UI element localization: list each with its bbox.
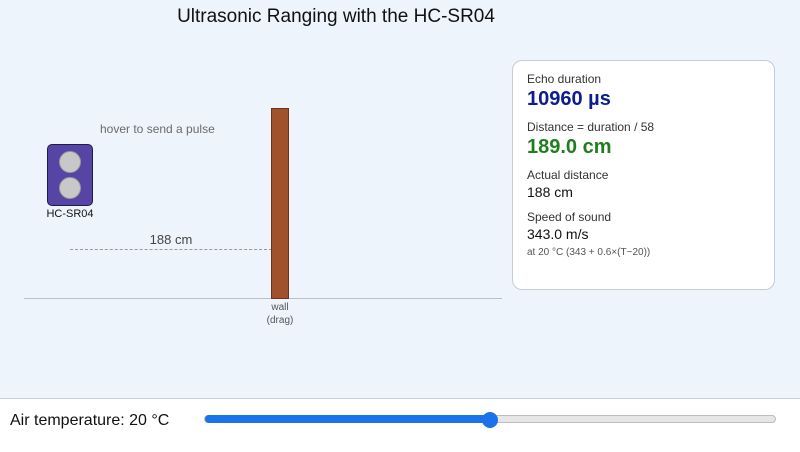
wall-label-line1: wall — [271, 302, 289, 313]
echo-duration-value: 10960 µs — [527, 88, 611, 110]
hover-hint: hover to send a pulse — [100, 122, 215, 136]
wall-draggable[interactable] — [271, 108, 289, 299]
distance-label: 188 cm — [149, 232, 193, 247]
readout-panel: Echo duration 10960 µs Distance = durati… — [512, 60, 775, 290]
temperature-label: Air temperature: 20 °C — [10, 412, 170, 429]
speed-of-sound-value: 343.0 m/s — [527, 226, 589, 242]
wall-label-line2: (drag) — [266, 315, 294, 326]
page-title: Ultrasonic Ranging with the HC-SR04 — [177, 6, 495, 27]
temperature-slider-thumb[interactable] — [482, 412, 498, 428]
receiver-icon — [59, 177, 81, 199]
simulation-stage: Ultrasonic Ranging with the HC-SR04 hove… — [0, 0, 800, 399]
distance-calculated-value: 189.0 cm — [527, 136, 612, 158]
speed-of-sound-note: at 20 °C (343 + 0.6×(T−20)) — [527, 247, 651, 258]
sensor-label: HC-SR04 — [46, 208, 94, 220]
wall-label: wall (drag) — [255, 301, 305, 327]
hc-sr04-sensor[interactable] — [47, 144, 93, 206]
distance-formula-label: Distance = duration / 58 — [527, 120, 655, 134]
distance-dashed-line — [70, 249, 272, 250]
speed-of-sound-label: Speed of sound — [527, 210, 612, 224]
transmitter-icon — [59, 151, 81, 173]
ground-line — [24, 298, 502, 299]
actual-distance-label: Actual distance — [527, 168, 609, 182]
echo-duration-label: Echo duration — [527, 72, 602, 86]
controls-bar: Air temperature: 20 °C — [0, 399, 800, 452]
temperature-slider-fill — [205, 415, 491, 423]
actual-distance-value: 188 cm — [527, 184, 573, 200]
